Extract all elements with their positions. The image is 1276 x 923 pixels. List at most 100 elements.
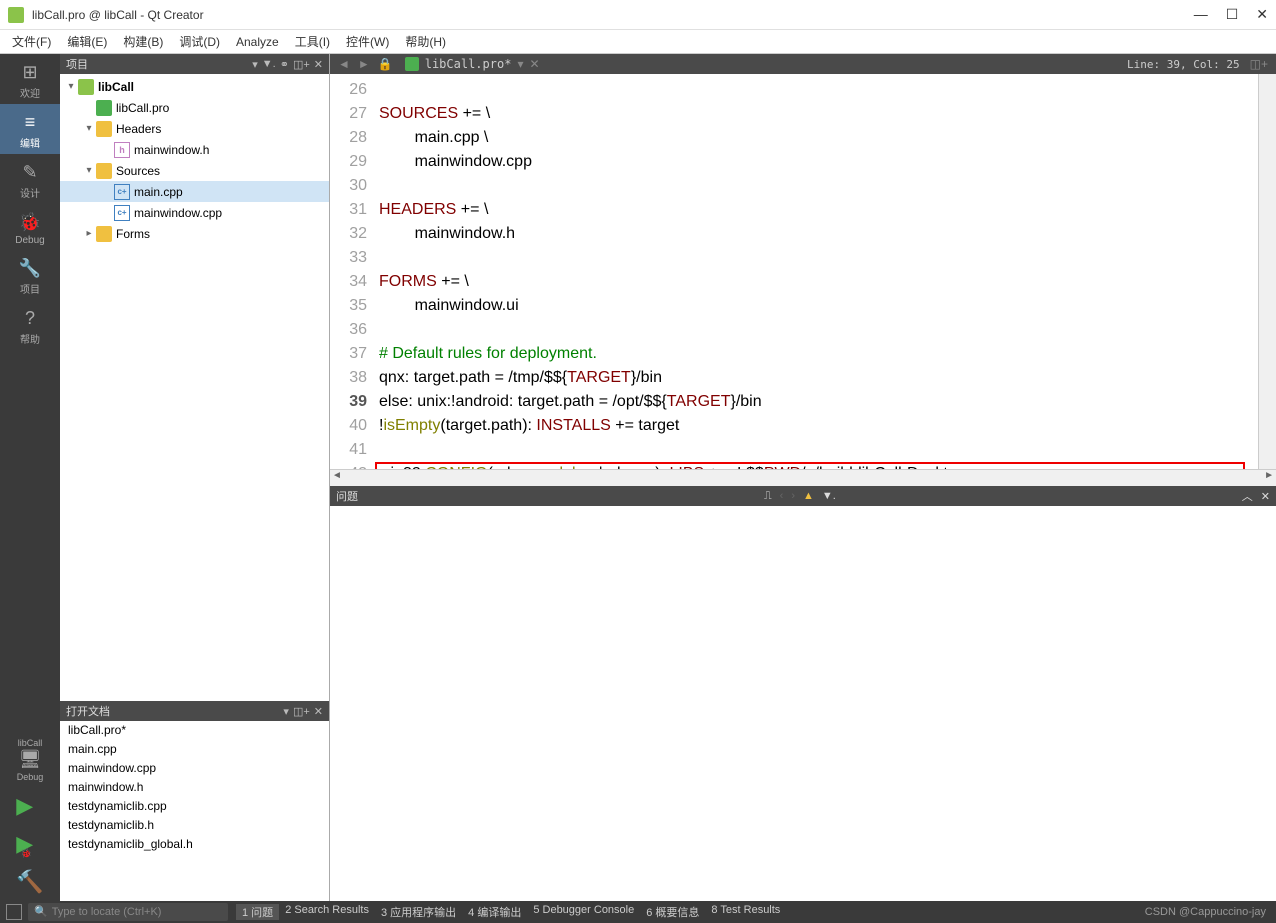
nav-fwd-icon[interactable]: ► [354, 57, 374, 71]
project-pane-title: 项目 [66, 56, 248, 72]
output-tab[interactable]: 4 编译输出 [462, 904, 527, 920]
issues-panel[interactable] [330, 506, 1276, 901]
link-icon[interactable]: ⚭ [280, 58, 289, 71]
tree-item[interactable]: hmainwindow.h [60, 139, 329, 160]
open-doc-item[interactable]: main.cpp [60, 740, 329, 759]
issues-header: 问题 ⎍ ‹ › ▲ ▼. ︿ ✕ [330, 486, 1276, 506]
app-icon [8, 7, 24, 23]
split-icon[interactable]: ◫+ [293, 58, 310, 71]
mode-Debug[interactable]: 🐞Debug [0, 204, 60, 250]
output-tab[interactable]: 2 Search Results [279, 904, 375, 920]
file-type-icon [405, 57, 419, 71]
close-issues-icon[interactable]: ✕ [1261, 490, 1270, 503]
code-editor[interactable]: 2627282930313233343536373839404142434445… [330, 74, 1276, 469]
run-button[interactable]: ▶🐞 [16, 825, 43, 863]
dropdown-icon[interactable]: ▾ [252, 58, 258, 71]
open-doc-item[interactable]: testdynamiclib.h [60, 816, 329, 835]
run-button[interactable]: ▶ [16, 787, 43, 825]
close-file-icon[interactable]: ✕ [529, 57, 539, 71]
output-tab[interactable]: 3 应用程序输出 [375, 904, 462, 920]
dropdown-icon[interactable]: ▾ [517, 57, 523, 71]
mode-欢迎[interactable]: ⊞欢迎 [0, 54, 60, 104]
menu-item[interactable]: 文件(F) [6, 31, 57, 52]
menu-item[interactable]: 帮助(H) [399, 31, 452, 52]
search-icon: 🔍 [34, 906, 48, 918]
tree-item[interactable]: ▸Forms [60, 223, 329, 244]
output-toggle-icon[interactable] [6, 904, 22, 920]
window-controls: ― ☐ ✕ [1194, 6, 1268, 23]
split-editor-icon[interactable]: ◫+ [1246, 57, 1272, 71]
build-target[interactable]: libCall 🖥 Debug [0, 730, 60, 787]
open-doc-item[interactable]: testdynamiclib.cpp [60, 797, 329, 816]
open-doc-item[interactable]: testdynamiclib_global.h [60, 835, 329, 854]
close-button[interactable]: ✕ [1256, 6, 1268, 23]
maximize-button[interactable]: ☐ [1226, 6, 1239, 23]
menubar: 文件(F)编辑(E)构建(B)调试(D)Analyze工具(I)控件(W)帮助(… [0, 30, 1276, 54]
prev-issue-icon[interactable]: ‹ [780, 490, 784, 502]
collapse-icon[interactable]: ︿ [1242, 488, 1253, 504]
output-tab[interactable]: 6 概要信息 [640, 904, 705, 920]
menu-item[interactable]: 调试(D) [173, 31, 226, 52]
nav-back-icon[interactable]: ◄ [334, 57, 354, 71]
editor-filename: libCall.pro* [425, 57, 512, 71]
mode-设计[interactable]: ✎设计 [0, 154, 60, 204]
tree-item[interactable]: libCall.pro [60, 97, 329, 118]
output-tab[interactable]: 8 Test Results [705, 904, 786, 920]
locator-placeholder: Type to locate (Ctrl+K) [52, 906, 162, 918]
lock-icon[interactable]: 🔒 [374, 57, 397, 71]
filter-icon[interactable]: ▼. [262, 58, 276, 70]
run-button[interactable]: 🔨 [16, 863, 43, 901]
editor-area: ◄ ► 🔒 libCall.pro* ▾ ✕ Line: 39, Col: 25… [330, 54, 1276, 901]
minimize-button[interactable]: ― [1194, 6, 1208, 23]
menu-item[interactable]: 控件(W) [340, 31, 395, 52]
open-docs-title: 打开文档 [66, 703, 279, 719]
horizontal-scrollbar[interactable] [330, 469, 1276, 486]
open-doc-item[interactable]: mainwindow.cpp [60, 759, 329, 778]
mode-编辑[interactable]: ≡编辑 [0, 104, 60, 154]
dropdown-icon[interactable]: ▾ [283, 705, 289, 718]
cursor-position: Line: 39, Col: 25 [1127, 58, 1246, 71]
menu-item[interactable]: Analyze [230, 33, 285, 51]
editor-file-tab[interactable]: libCall.pro* ▾ ✕ [397, 57, 548, 71]
titlebar: libCall.pro @ libCall - Qt Creator ― ☐ ✕ [0, 0, 1276, 30]
locator-input[interactable]: 🔍 Type to locate (Ctrl+K) [28, 903, 228, 921]
split-icon[interactable]: ◫+ [293, 705, 310, 718]
project-pane-header: 项目 ▾ ▼. ⚭ ◫+ ✕ [60, 54, 329, 74]
open-docs-header: 打开文档 ▾ ◫+ ✕ [60, 701, 329, 721]
main-content: ⊞欢迎≡编辑✎设计🐞Debug🔧项目?帮助 libCall 🖥 Debug ▶▶… [0, 54, 1276, 901]
close-pane-icon[interactable]: ✕ [314, 58, 323, 71]
menu-item[interactable]: 工具(I) [289, 31, 336, 52]
tree-item[interactable]: ▾libCall [60, 76, 329, 97]
warning-icon[interactable]: ▲ [803, 490, 814, 502]
open-documents-list[interactable]: libCall.pro*main.cppmainwindow.cppmainwi… [60, 721, 329, 901]
tree-item[interactable]: c+main.cpp [60, 181, 329, 202]
project-tree[interactable]: ▾libCalllibCall.pro▾Headershmainwindow.h… [60, 74, 329, 701]
menu-item[interactable]: 编辑(E) [61, 31, 113, 52]
window-title: libCall.pro @ libCall - Qt Creator [32, 8, 1194, 22]
mode-项目[interactable]: 🔧项目 [0, 250, 60, 300]
funnel-icon[interactable]: ▼. [822, 490, 836, 502]
side-panel: 项目 ▾ ▼. ⚭ ◫+ ✕ ▾libCalllibCall.pro▾Heade… [60, 54, 330, 901]
issues-title: 问题 [336, 488, 358, 504]
target-name: libCall [18, 738, 43, 748]
tree-item[interactable]: ▾Sources [60, 160, 329, 181]
tree-item[interactable]: c+mainwindow.cpp [60, 202, 329, 223]
output-tab[interactable]: 5 Debugger Console [527, 904, 640, 920]
menu-item[interactable]: 构建(B) [117, 31, 169, 52]
monitor-icon: 🖥 [0, 749, 60, 770]
code-overview-strip[interactable] [1258, 74, 1276, 469]
target-config: Debug [17, 772, 44, 782]
output-tab[interactable]: 1 问题 [236, 904, 279, 920]
filter-icon[interactable]: ⎍ [764, 490, 772, 503]
code-content[interactable]: SOURCES += \ main.cpp \ mainwindow.cpp H… [375, 74, 1258, 469]
open-doc-item[interactable]: mainwindow.h [60, 778, 329, 797]
editor-toolbar: ◄ ► 🔒 libCall.pro* ▾ ✕ Line: 39, Col: 25… [330, 54, 1276, 74]
tree-item[interactable]: ▾Headers [60, 118, 329, 139]
line-gutter: 2627282930313233343536373839404142434445… [330, 74, 375, 469]
close-pane-icon[interactable]: ✕ [314, 705, 323, 718]
watermark: CSDN @Cappuccino-jay [1145, 906, 1276, 918]
mode-帮助[interactable]: ?帮助 [0, 300, 60, 350]
next-issue-icon[interactable]: › [791, 490, 795, 502]
open-doc-item[interactable]: libCall.pro* [60, 721, 329, 740]
mode-sidebar: ⊞欢迎≡编辑✎设计🐞Debug🔧项目?帮助 libCall 🖥 Debug ▶▶… [0, 54, 60, 901]
